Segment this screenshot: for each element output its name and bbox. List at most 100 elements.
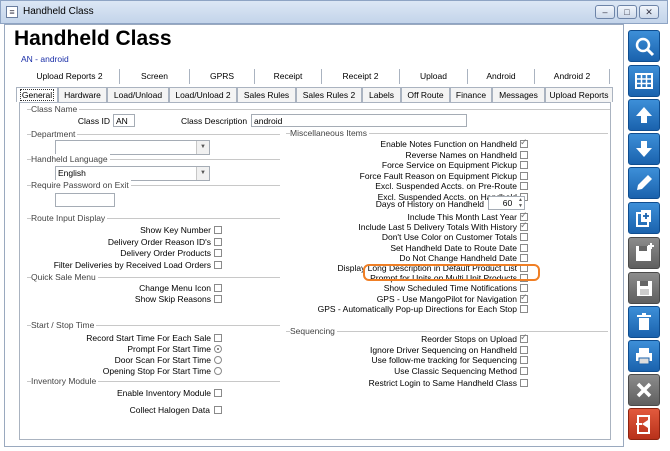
use-classic-sequencing-method-checkbox[interactable] [520,366,528,375]
opening-stop-for-start-time-radio[interactable] [214,367,222,375]
class-description-field[interactable]: android [251,114,467,127]
door-scan-for-start-time-radio[interactable] [214,356,222,364]
tab-android-2[interactable]: Android 2 [535,69,610,84]
save-new-icon [636,243,654,261]
department-group: Department [27,129,280,139]
class-id-field[interactable]: AN [113,114,135,127]
minimize-button[interactable]: – [595,5,615,19]
tab-messages[interactable]: Messages [492,87,545,102]
tab-screen[interactable]: Screen [120,69,190,84]
tab-gprs[interactable]: GPRS [190,69,255,84]
tab-load-unload[interactable]: Load/Unload [107,87,169,102]
reorder-stops-on-upload-checkbox[interactable] [520,332,528,343]
sequencing-group: Sequencing [286,326,608,336]
tab-load-unload-2[interactable]: Load/Unload 2 [169,87,237,102]
miscellaneous-items-group: Miscellaneous Items [286,128,608,138]
days-of-history-stepper[interactable]: 60 ▲ ▼ [488,196,525,210]
print-button[interactable] [628,340,660,372]
excl-suspended-accts-on-pre-route-checkbox[interactable] [520,182,528,190]
gps-use-mangopilot-for-navigation-checkbox[interactable] [520,292,528,303]
tab-general[interactable]: General [16,87,58,102]
ignore-driver-sequencing-on-handheld-label: Ignore Driver Sequencing on Handheld [370,344,517,355]
delivery-order-products-checkbox[interactable] [214,249,222,257]
tab-upload-reports-2[interactable]: Upload Reports 2 [20,69,120,84]
door-scan-for-start-time-label: Door Scan For Start Time [114,355,211,365]
change-menu-icon-label: Change Menu Icon [139,283,211,293]
save-new-button[interactable] [628,237,660,269]
start-stop-time-group-label: Start / Stop Time [31,320,97,330]
enable-inventory-module-checkbox[interactable] [214,389,222,397]
copy-add-button[interactable] [628,202,660,234]
include-last-5-delivery-totals-with-history-checkbox[interactable] [520,220,528,232]
save-button[interactable] [628,272,660,304]
close-window-button[interactable]: ✕ [639,5,659,19]
tab-label: Finance [455,90,487,100]
tab-receipt[interactable]: Receipt [255,69,322,84]
trash-button[interactable] [628,306,660,338]
tab-hardware[interactable]: Hardware [58,87,107,102]
gps-automatically-pop-up-directions-for-each-stop-checkbox[interactable] [520,304,528,313]
tab-android[interactable]: Android [468,69,535,84]
change-menu-icon-checkbox[interactable] [214,284,222,292]
language-select[interactable]: English ▼ [55,166,210,181]
chevron-down-icon[interactable]: ▼ [196,167,209,180]
window-title: Handheld Class [23,6,94,17]
use-follow-me-tracking-for-sequencing-checkbox[interactable] [520,356,528,364]
force-service-on-equipment-pickup-checkbox[interactable] [520,161,528,169]
enable-inventory-module-label: Enable Inventory Module [116,388,211,398]
force-fault-reason-on-equipment-pickup-checkbox[interactable] [520,171,528,180]
grid-button[interactable] [628,65,660,97]
ignore-driver-sequencing-on-handheld-checkbox[interactable] [520,345,528,354]
collect-halogen-data-label: Collect Halogen Data [129,405,210,415]
language-value: English [58,168,86,178]
arrow-down-button[interactable] [628,133,660,165]
maximize-button[interactable]: □ [617,5,637,19]
trash-icon [637,313,651,330]
close-x-icon [636,382,652,398]
search-icon [635,37,655,57]
filter-deliveries-by-received-load-orders-checkbox[interactable] [214,260,222,269]
show-key-number-label: Show Key Number [140,225,211,235]
restrict-login-checkbox[interactable] [520,379,528,387]
tab-upload-reports[interactable]: Upload Reports [545,87,613,102]
app-menu-icon[interactable]: ≡ [6,6,18,18]
class-name-group-label: Class Name [31,104,80,114]
collect-halogen-data-checkbox[interactable] [214,406,222,414]
tab-sales-rules[interactable]: Sales Rules [237,87,296,102]
delivery-order-reason-id-s-checkbox[interactable] [214,237,222,246]
don-t-use-color-on-customer-totals-checkbox[interactable] [520,233,528,242]
don-t-use-color-on-customer-totals-label: Don't Use Color on Customer Totals [381,232,517,243]
handheld-language-group-label: Handheld Language [31,154,110,164]
tab-off-route[interactable]: Off Route [401,87,450,102]
pencil-button[interactable] [628,167,660,199]
set-handheld-date-to-route-date-checkbox[interactable] [520,243,528,252]
class-description-label: Class Description [181,116,248,126]
stepper-arrows-icon[interactable]: ▲ ▼ [518,197,523,209]
tab-upload[interactable]: Upload [400,69,468,84]
department-select[interactable]: ▼ [55,140,210,155]
show-scheduled-time-notifications-label: Show Scheduled Time Notifications [383,283,517,294]
chevron-down-icon[interactable]: ▼ [196,141,209,154]
password-field[interactable] [55,193,115,207]
search-button[interactable] [628,30,660,62]
tab-receipt-2[interactable]: Receipt 2 [322,69,400,84]
tab-label: General [19,89,55,101]
arrow-up-icon [636,107,652,123]
miscellaneous-items-group-label: Miscellaneous Items [290,128,370,138]
tab-finance[interactable]: Finance [450,87,492,102]
exit-door-button[interactable] [628,408,660,440]
prompt-for-start-time-radio[interactable] [214,345,222,353]
show-key-number-checkbox[interactable] [214,226,222,234]
filter-deliveries-by-received-load-orders-label: Filter Deliveries by Received Load Order… [53,259,211,270]
reverse-names-on-handheld-checkbox[interactable] [520,150,528,159]
enable-notes-function-on-handheld-checkbox[interactable] [520,137,528,148]
do-not-change-handheld-date-checkbox[interactable] [520,253,528,262]
close-x-button[interactable] [628,374,660,406]
tab-sales-rules-2[interactable]: Sales Rules 2 [296,87,362,102]
arrow-up-button[interactable] [628,99,660,131]
delivery-order-products-label: Delivery Order Products [120,248,211,258]
tab-labels[interactable]: Labels [362,87,401,102]
route-input-display-group: Route Input Display [27,213,280,223]
record-start-time-for-each-sale-checkbox[interactable] [214,334,222,342]
show-skip-reasons-checkbox[interactable] [214,294,222,303]
